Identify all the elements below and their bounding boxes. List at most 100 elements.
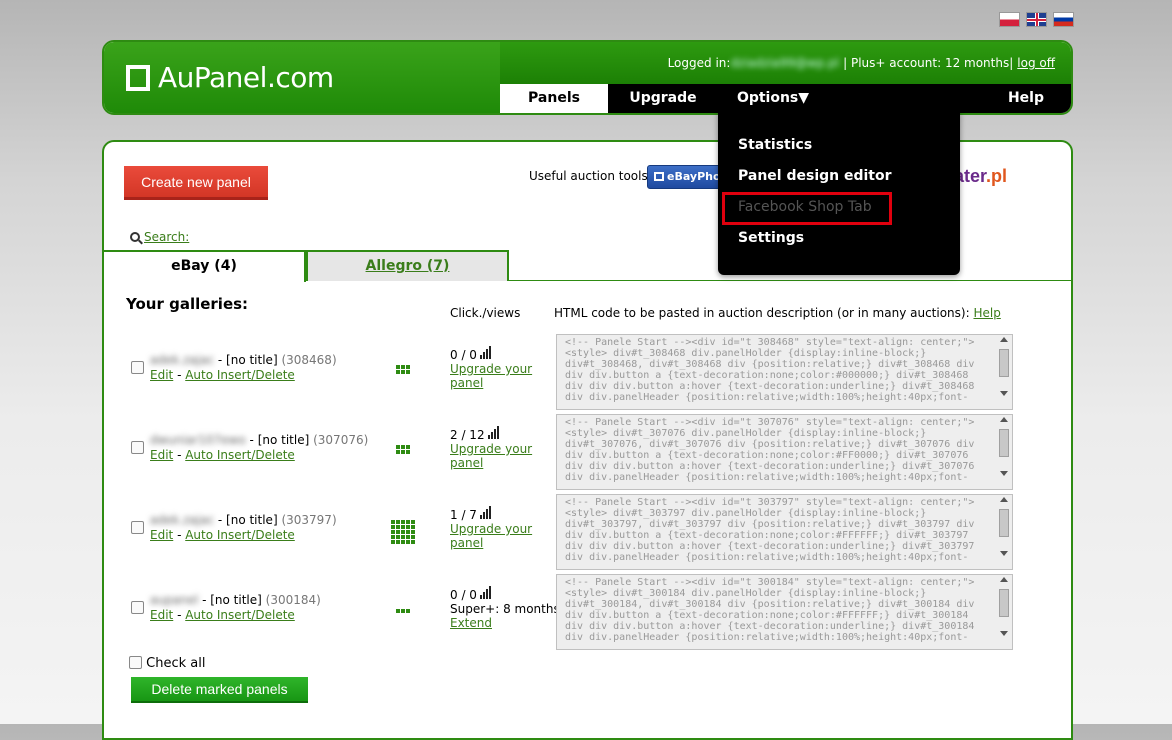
delete-marked-panels-button[interactable]: Delete marked panels bbox=[131, 677, 308, 703]
gallery-title: - [no title] bbox=[249, 433, 310, 447]
html-code-textarea[interactable]: <!-- Panele Start --><div id="t 300184" … bbox=[556, 574, 1013, 650]
html-code-textarea[interactable]: <!-- Panele Start --><div id="t 307076" … bbox=[556, 414, 1013, 490]
search: Search: bbox=[130, 230, 189, 244]
gallery-id: (300184) bbox=[265, 593, 321, 607]
menu-item-settings[interactable]: Settings bbox=[738, 230, 804, 246]
tab-allegro[interactable]: Allegro (7) bbox=[306, 250, 509, 281]
click-stats: 0 / 0 Super+: 8 months Extend bbox=[450, 586, 560, 630]
gallery-actions: Edit - Auto Insert/Delete bbox=[150, 608, 295, 622]
upgrade-panel-link[interactable]: Upgrade your bbox=[450, 362, 532, 376]
check-all-label: Check all bbox=[146, 656, 206, 671]
gallery-row: adek.zajac - [no title] (308468) Edit - … bbox=[104, 333, 1064, 413]
stats-chart-icon[interactable] bbox=[479, 506, 492, 522]
edit-link[interactable]: Edit bbox=[150, 608, 173, 622]
gallery-user: adek.zajac bbox=[150, 513, 215, 527]
upgrade-panel-link-2[interactable]: panel bbox=[450, 456, 483, 470]
logo-text: AuPanel.com bbox=[158, 61, 334, 94]
gallery-user: dwuniar107ewo bbox=[150, 433, 246, 447]
upgrade-panel-link[interactable]: Upgrade your bbox=[450, 522, 532, 536]
textarea-scrollbar[interactable] bbox=[998, 497, 1010, 567]
annotation-highlight-box bbox=[722, 192, 892, 225]
row-checkbox[interactable] bbox=[131, 601, 144, 614]
create-new-panel-button[interactable]: Create new panel bbox=[124, 166, 268, 200]
nav-help[interactable]: Help bbox=[981, 84, 1071, 113]
gallery-actions: Edit - Auto Insert/Delete bbox=[150, 528, 295, 542]
nav-panels[interactable]: Panels bbox=[500, 84, 608, 113]
action-separator: - bbox=[173, 608, 186, 622]
auto-insert-delete-link[interactable]: Auto Insert/Delete bbox=[185, 448, 295, 462]
stats-chart-icon[interactable] bbox=[479, 586, 492, 602]
logo[interactable]: AuPanel.com bbox=[104, 42, 500, 113]
textarea-scrollbar[interactable] bbox=[998, 417, 1010, 487]
stats-chart-icon[interactable] bbox=[487, 426, 500, 442]
row-checkbox[interactable] bbox=[131, 521, 144, 534]
gallery-row: dwuniar107ewo - [no title] (307076) Edit… bbox=[104, 413, 1064, 493]
gallery-id: (307076) bbox=[313, 433, 369, 447]
help-link[interactable]: Help bbox=[973, 306, 1000, 320]
upgrade-panel-link-2[interactable]: panel bbox=[450, 376, 483, 390]
gallery-name: adek.zajac - [no title] (308468) bbox=[150, 353, 337, 367]
upgrade-panel-link[interactable]: Upgrade your bbox=[450, 442, 532, 456]
html-code-textarea[interactable]: <!-- Panele Start --><div id="t 308468" … bbox=[556, 334, 1013, 410]
gallery-id: (308468) bbox=[281, 353, 337, 367]
logged-in-user: dziadzia99@wp.pl bbox=[730, 56, 840, 70]
logged-in-label: Logged in: bbox=[667, 56, 731, 70]
click-stats: 0 / 0 Upgrade your panel bbox=[450, 346, 532, 390]
edit-link[interactable]: Edit bbox=[150, 528, 173, 542]
gallery-actions: Edit - Auto Insert/Delete bbox=[150, 368, 295, 382]
edit-link[interactable]: Edit bbox=[150, 448, 173, 462]
logo-square-icon bbox=[126, 64, 150, 91]
gallery-name: adek.zajac - [no title] (303797) bbox=[150, 513, 337, 527]
upgrade-panel-link-2[interactable]: panel bbox=[450, 536, 483, 550]
galleries-title: Your galleries: bbox=[126, 295, 249, 313]
check-all-checkbox[interactable] bbox=[129, 656, 142, 669]
clicks-views-value: 0 / 0 bbox=[450, 348, 477, 362]
gallery-name: aupanel - [no title] (300184) bbox=[150, 593, 321, 607]
nav-upgrade[interactable]: Upgrade bbox=[608, 84, 718, 113]
row-checkbox[interactable] bbox=[131, 441, 144, 454]
gallery-actions: Edit - Auto Insert/Delete bbox=[150, 448, 295, 462]
edit-link[interactable]: Edit bbox=[150, 368, 173, 382]
account-bar: Logged in: dziadzia99@wp.pl | Plus+ acco… bbox=[500, 42, 1071, 84]
html-code-textarea[interactable]: <!-- Panele Start --><div id="t 303797" … bbox=[556, 494, 1013, 570]
auto-insert-delete-link[interactable]: Auto Insert/Delete bbox=[185, 528, 295, 542]
flag-polish-icon[interactable] bbox=[999, 12, 1020, 27]
layout-grid-icon bbox=[391, 520, 415, 544]
action-separator: - bbox=[173, 448, 186, 462]
gallery-user: aupanel bbox=[150, 593, 199, 607]
flag-english-icon[interactable] bbox=[1026, 12, 1047, 27]
menu-item-panel-design-editor[interactable]: Panel design editor bbox=[738, 168, 892, 184]
site-header: AuPanel.com Logged in: dziadzia99@wp.pl … bbox=[102, 40, 1073, 115]
search-icon bbox=[130, 232, 140, 242]
logout-link[interactable]: log off bbox=[1017, 56, 1055, 70]
tab-allegro-link[interactable]: Allegro (7) bbox=[366, 258, 450, 274]
language-flags bbox=[999, 12, 1074, 27]
menu-item-statistics[interactable]: Statistics bbox=[738, 137, 812, 153]
stats-chart-icon[interactable] bbox=[479, 346, 492, 362]
flag-russian-icon[interactable] bbox=[1053, 12, 1074, 27]
clicks-views-value: 0 / 0 bbox=[450, 588, 477, 602]
gallery-title: - [no title] bbox=[217, 353, 278, 367]
check-all[interactable]: Check all bbox=[129, 656, 205, 671]
layout-grid-icon bbox=[396, 445, 410, 454]
gallery-title: - [no title] bbox=[202, 593, 262, 607]
html-code-header-label: HTML code to be pasted in auction descri… bbox=[554, 306, 970, 320]
textarea-scrollbar[interactable] bbox=[998, 337, 1010, 407]
row-checkbox[interactable] bbox=[131, 361, 144, 374]
textarea-scrollbar[interactable] bbox=[998, 577, 1010, 647]
auto-insert-delete-link[interactable]: Auto Insert/Delete bbox=[185, 368, 295, 382]
gallery-row: aupanel - [no title] (300184) Edit - Aut… bbox=[104, 573, 1064, 653]
auto-insert-delete-link[interactable]: Auto Insert/Delete bbox=[185, 608, 295, 622]
main-nav: Panels Upgrade Options▼ Help bbox=[500, 84, 1071, 113]
partner-logo[interactable]: ater.pl bbox=[954, 166, 1007, 187]
search-link[interactable]: Search: bbox=[144, 230, 189, 244]
tab-ebay[interactable]: eBay (4) bbox=[104, 250, 306, 282]
account-status: | Plus+ account: 12 months| bbox=[843, 56, 1014, 70]
ebayphoto-button[interactable]: eBayPhoto bbox=[647, 165, 727, 189]
monitor-icon bbox=[654, 172, 664, 181]
layout-grid-icon bbox=[396, 365, 410, 374]
gallery-title: - [no title] bbox=[217, 513, 278, 527]
html-code-header: HTML code to be pasted in auction descri… bbox=[554, 306, 1001, 320]
nav-options[interactable]: Options▼ bbox=[718, 84, 828, 113]
extend-link[interactable]: Extend bbox=[450, 616, 492, 630]
